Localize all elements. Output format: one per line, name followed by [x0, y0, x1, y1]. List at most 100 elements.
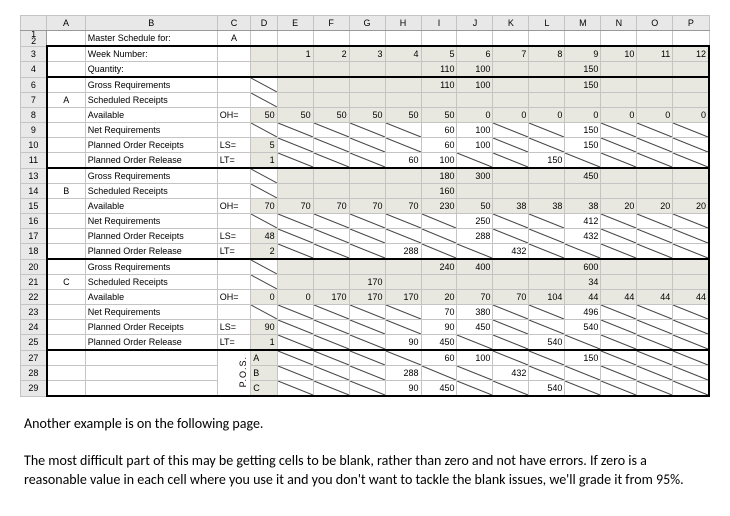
data-cell[interactable]	[493, 229, 529, 244]
data-cell[interactable]: 0	[529, 108, 565, 123]
col-header[interactable]: J	[457, 16, 493, 31]
pos-cell[interactable]	[493, 350, 529, 366]
data-cell[interactable]: 496	[565, 305, 601, 320]
row-header[interactable]: 24	[21, 320, 47, 335]
pos-cell[interactable]	[349, 366, 385, 381]
pos-cell[interactable]	[349, 381, 385, 397]
data-cell[interactable]	[313, 305, 349, 320]
data-cell[interactable]	[277, 275, 313, 290]
col-header[interactable]: N	[601, 16, 637, 31]
data-cell[interactable]	[313, 320, 349, 335]
data-cell[interactable]: 100	[457, 138, 493, 153]
data-cell[interactable]: 90	[421, 320, 457, 335]
pos-cell[interactable]: 90	[385, 381, 421, 397]
data-cell[interactable]	[637, 229, 673, 244]
pos-cell[interactable]	[637, 350, 673, 366]
param-cell[interactable]	[251, 259, 277, 275]
data-cell[interactable]	[277, 320, 313, 335]
row-header[interactable]: 20	[21, 259, 47, 275]
corner-cell[interactable]	[21, 16, 47, 31]
data-cell[interactable]	[349, 320, 385, 335]
qty-cell[interactable]	[601, 62, 637, 78]
data-cell[interactable]: 288	[457, 229, 493, 244]
data-cell[interactable]: 70	[457, 290, 493, 305]
data-cell[interactable]	[493, 93, 529, 108]
data-cell[interactable]	[673, 320, 709, 335]
data-cell[interactable]: 38	[565, 199, 601, 214]
data-cell[interactable]	[529, 320, 565, 335]
data-cell[interactable]	[637, 275, 673, 290]
qty-cell[interactable]	[313, 62, 349, 78]
data-cell[interactable]	[601, 244, 637, 260]
pos-cell[interactable]: 60	[421, 350, 457, 366]
data-cell[interactable]: 70	[277, 199, 313, 214]
param-cell[interactable]	[251, 184, 277, 199]
data-cell[interactable]: 44	[637, 290, 673, 305]
col-header[interactable]: L	[529, 16, 565, 31]
row-header[interactable]: 23	[21, 305, 47, 320]
data-cell[interactable]: 20	[673, 199, 709, 214]
data-cell[interactable]	[673, 229, 709, 244]
data-cell[interactable]	[601, 259, 637, 275]
data-cell[interactable]: 170	[313, 290, 349, 305]
data-cell[interactable]: 230	[421, 199, 457, 214]
param-cell[interactable]	[251, 214, 277, 229]
data-cell[interactable]: 38	[493, 199, 529, 214]
data-cell[interactable]	[601, 335, 637, 351]
param-cell[interactable]: 1	[251, 335, 277, 351]
data-cell[interactable]: 170	[349, 275, 385, 290]
data-cell[interactable]	[673, 138, 709, 153]
data-cell[interactable]	[529, 77, 565, 93]
data-cell[interactable]	[673, 275, 709, 290]
pos-cell[interactable]	[637, 381, 673, 397]
data-cell[interactable]	[637, 77, 673, 93]
row-header[interactable]: 15	[21, 199, 47, 214]
data-cell[interactable]: 160	[421, 184, 457, 199]
data-cell[interactable]: 50	[277, 108, 313, 123]
data-cell[interactable]	[529, 305, 565, 320]
week-number[interactable]: 3	[349, 46, 385, 62]
row-header[interactable]: 4	[21, 62, 47, 78]
week-number[interactable]: 9	[565, 46, 601, 62]
data-cell[interactable]	[277, 168, 313, 184]
col-header[interactable]: A	[47, 16, 85, 31]
data-cell[interactable]	[385, 229, 421, 244]
data-cell[interactable]	[313, 77, 349, 93]
pos-cell[interactable]	[601, 381, 637, 397]
data-cell[interactable]	[529, 229, 565, 244]
qty-cell[interactable]	[673, 62, 709, 78]
data-cell[interactable]: 70	[385, 199, 421, 214]
data-cell[interactable]	[349, 123, 385, 138]
pos-cell[interactable]	[601, 366, 637, 381]
data-cell[interactable]: 50	[457, 199, 493, 214]
qty-cell[interactable]	[529, 62, 565, 78]
param-cell[interactable]: 2	[251, 244, 277, 260]
col-header[interactable]: F	[313, 16, 349, 31]
param-cell[interactable]: 1	[251, 153, 277, 169]
data-cell[interactable]	[349, 184, 385, 199]
row-header[interactable]: 16	[21, 214, 47, 229]
data-cell[interactable]	[493, 259, 529, 275]
data-cell[interactable]	[457, 244, 493, 260]
pos-cell[interactable]	[421, 366, 457, 381]
qty-cell[interactable]: 100	[457, 62, 493, 78]
data-cell[interactable]	[313, 335, 349, 351]
data-cell[interactable]	[673, 335, 709, 351]
data-cell[interactable]	[565, 184, 601, 199]
data-cell[interactable]	[349, 305, 385, 320]
pos-cell[interactable]	[673, 350, 709, 366]
row-header[interactable]: 21	[21, 275, 47, 290]
data-cell[interactable]	[529, 214, 565, 229]
data-cell[interactable]	[673, 93, 709, 108]
param-cell[interactable]	[251, 275, 277, 290]
param-cell[interactable]: 5	[251, 138, 277, 153]
row-header[interactable]: 12	[21, 31, 47, 47]
week-number[interactable]: 11	[637, 46, 673, 62]
data-cell[interactable]	[529, 138, 565, 153]
week-number[interactable]: 2	[313, 46, 349, 62]
col-header[interactable]: I	[421, 16, 457, 31]
pos-cell[interactable]	[313, 350, 349, 366]
data-cell[interactable]: 0	[277, 290, 313, 305]
row-header[interactable]: 3	[21, 46, 47, 62]
row-header[interactable]: 17	[21, 229, 47, 244]
